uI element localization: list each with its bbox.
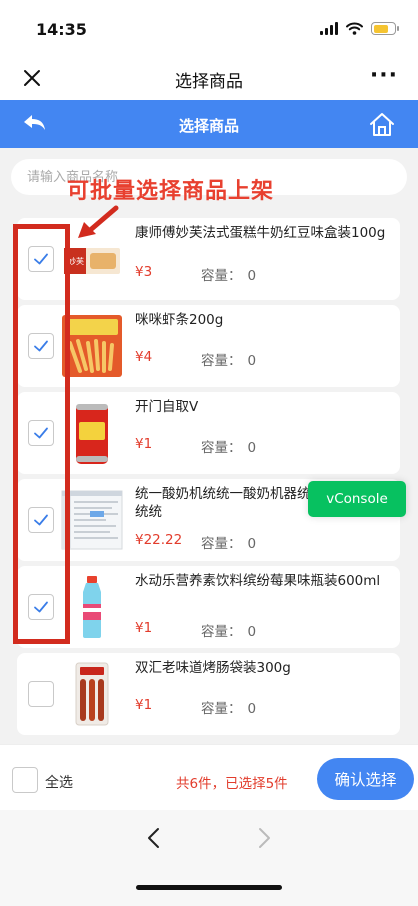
confirm-selection-button[interactable]: 确认选择 bbox=[317, 758, 414, 800]
chevron-right-icon[interactable] bbox=[254, 826, 274, 850]
content-area: 妙芙 康师傅妙芙法式蛋糕牛奶红豆味盒装100g ¥3 容量： 0 咪咪虾条200g… bbox=[0, 148, 418, 744]
select-all-checkbox[interactable] bbox=[12, 767, 38, 793]
battery-icon bbox=[371, 22, 399, 35]
product-name: 水动乐营养素饮料缤纷莓果味瓶装600ml bbox=[135, 573, 381, 589]
chevron-left-icon[interactable] bbox=[144, 826, 164, 850]
product-row[interactable]: 咪咪虾条200g ¥4 容量： 0 bbox=[17, 305, 400, 387]
product-stock: 容量： 0 bbox=[201, 264, 256, 284]
product-price: ¥1 bbox=[135, 697, 153, 713]
stock-value: 0 bbox=[247, 536, 257, 552]
more-options-icon[interactable]: ··· bbox=[370, 65, 398, 87]
product-price: ¥3 bbox=[135, 264, 153, 280]
svg-text:妙芙: 妙芙 bbox=[68, 256, 84, 266]
annotation-highlight-frame bbox=[13, 224, 70, 644]
product-name: 咪咪虾条200g bbox=[135, 312, 224, 328]
selection-summary: 共6件，已选择5件 bbox=[176, 776, 288, 792]
product-price: ¥1 bbox=[135, 436, 153, 452]
product-stock: 容量： 0 bbox=[201, 349, 256, 369]
stock-value: 0 bbox=[247, 268, 257, 284]
status-icons bbox=[320, 22, 399, 35]
stock-value: 0 bbox=[247, 624, 257, 640]
status-time: 14:35 bbox=[36, 20, 87, 39]
product-price: ¥1 bbox=[135, 620, 153, 636]
product-price: ¥4 bbox=[135, 349, 153, 365]
stock-label: 容量： bbox=[201, 536, 242, 552]
signal-icon bbox=[320, 22, 338, 35]
stock-value: 0 bbox=[247, 353, 257, 369]
product-row[interactable]: 水动乐营养素饮料缤纷莓果味瓶装600ml ¥1 容量： 0 bbox=[17, 566, 400, 648]
select-all-label[interactable]: 全选 bbox=[45, 772, 73, 792]
product-checkbox[interactable] bbox=[28, 681, 54, 707]
nav-bar: 选择商品 bbox=[0, 100, 418, 148]
product-image-sausage-pack bbox=[75, 662, 109, 726]
stock-label: 容量： bbox=[201, 701, 242, 717]
home-indicator bbox=[136, 885, 282, 890]
stock-label: 容量： bbox=[201, 624, 242, 640]
stock-label: 容量： bbox=[201, 353, 242, 369]
annotation-arrow-icon bbox=[78, 205, 119, 238]
product-stock: 容量： 0 bbox=[201, 620, 256, 640]
browser-toolbar bbox=[0, 810, 418, 906]
stock-label: 容量： bbox=[201, 268, 242, 284]
annotation-text: 可批量选择商品上架 bbox=[67, 179, 275, 204]
product-price: ¥22.22 bbox=[135, 532, 183, 548]
stock-value: 0 bbox=[247, 440, 257, 456]
home-icon[interactable] bbox=[368, 110, 396, 138]
product-stock: 容量： 0 bbox=[201, 532, 256, 552]
nav-title: 选择商品 bbox=[178, 117, 239, 135]
app-title-bar: 选择商品 ··· bbox=[0, 58, 418, 100]
product-stock: 容量： 0 bbox=[201, 697, 256, 717]
bottom-action-bar: 全选 共6件，已选择5件 确认选择 bbox=[0, 744, 418, 810]
vconsole-button[interactable]: vConsole bbox=[308, 481, 406, 517]
status-bar: 14:35 bbox=[0, 0, 418, 58]
product-stock: 容量： 0 bbox=[201, 436, 256, 456]
product-name: 双汇老味道烤肠袋装300g bbox=[135, 660, 291, 676]
product-row[interactable]: 开门自取V ¥1 容量： 0 bbox=[17, 392, 400, 474]
product-list: 妙芙 康师傅妙芙法式蛋糕牛奶红豆味盒装100g ¥3 容量： 0 咪咪虾条200g… bbox=[17, 218, 400, 740]
product-row[interactable]: 双汇老味道烤肠袋装300g ¥1 容量： 0 bbox=[17, 653, 400, 735]
stock-label: 容量： bbox=[201, 440, 242, 456]
product-name: 开门自取V bbox=[135, 399, 199, 415]
wifi-icon bbox=[346, 22, 363, 35]
product-name: 康师傅妙芙法式蛋糕牛奶红豆味盒装100g bbox=[135, 225, 386, 241]
stock-value: 0 bbox=[247, 701, 257, 717]
page-title: 选择商品 bbox=[175, 72, 243, 92]
